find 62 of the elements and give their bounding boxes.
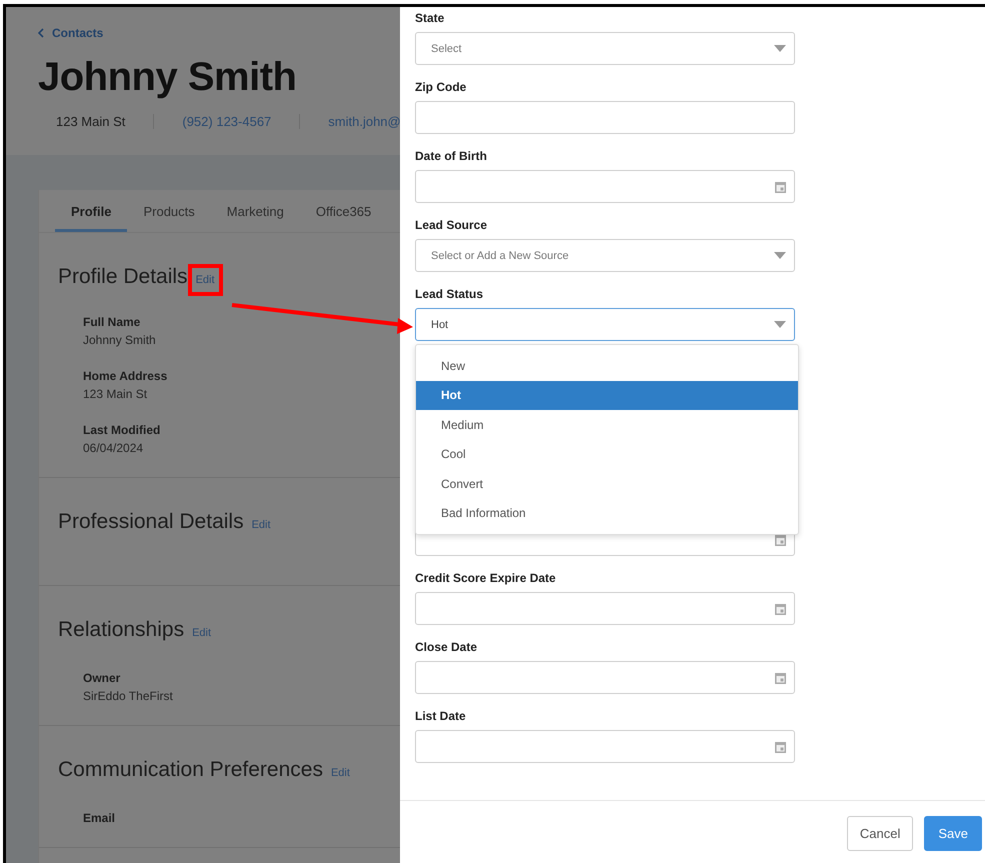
tab[interactable]: Profile (55, 190, 128, 232)
contact-detail[interactable]: (952) 123-4567 (153, 114, 300, 129)
field-value: SirEddo TheFirst (83, 689, 174, 703)
field-value: 123 Main St (83, 387, 148, 401)
calendar-icon (775, 740, 786, 752)
tab[interactable]: Marketing (210, 190, 300, 232)
dropdown-option[interactable]: Cool (416, 440, 798, 469)
tab[interactable]: Office365 (300, 190, 388, 232)
section-title: Communication Preferences (58, 758, 323, 782)
select-field[interactable]: Select (415, 32, 795, 65)
caret-icon (774, 45, 786, 52)
calendar-icon (775, 672, 786, 684)
field-label: Last Modified (83, 423, 162, 437)
select-field[interactable]: Select or Add a New Source (415, 239, 795, 272)
dropdown-option[interactable]: Convert (416, 469, 798, 498)
date-field[interactable] (415, 661, 795, 694)
field-label: List Date (415, 709, 467, 723)
date-field[interactable] (415, 730, 795, 763)
dropdown-option[interactable]: Bad Information (416, 498, 798, 528)
placeholder-text: Select or Add a New Source (431, 250, 569, 262)
field-label: State (415, 11, 446, 25)
cancel-button[interactable]: Cancel (846, 816, 914, 851)
field-label: Lead Source (415, 218, 488, 232)
calendar-icon (775, 602, 786, 614)
field-label: Home Address (83, 369, 168, 383)
date-field[interactable] (415, 592, 795, 625)
dropdown-option[interactable]: New (416, 351, 798, 380)
field-label: Lead Status (415, 287, 484, 301)
section-title: Professional Details (58, 510, 244, 534)
back-link[interactable]: Contacts (38, 26, 104, 40)
dropdown-option[interactable]: Hot (416, 380, 798, 410)
field-label: Close Date (415, 640, 478, 654)
field-label: Email (83, 811, 116, 825)
caret-icon (774, 252, 786, 259)
tab[interactable]: Products (127, 190, 211, 232)
field-label: Credit Score Expire Date (415, 571, 557, 585)
field-label: Zip Code (415, 80, 468, 94)
calendar-icon (775, 534, 786, 546)
field-label: Date of Birth (415, 149, 488, 163)
field-value: 06/04/2024 (83, 441, 144, 455)
caret-icon (774, 321, 786, 328)
field-label: Full Name (83, 315, 142, 329)
dropdown-option[interactable]: Medium (416, 410, 798, 440)
save-button[interactable]: Save (924, 816, 982, 851)
contact-detail: 123 Main St (55, 114, 126, 129)
section-title: Profile Details (58, 265, 188, 289)
edit-link[interactable]: Edit (196, 274, 215, 286)
calendar-icon (775, 180, 786, 192)
section-title: Relationships (58, 618, 184, 642)
edit-link[interactable]: Edit (330, 767, 350, 779)
input-field[interactable] (415, 101, 795, 134)
field-label: Owner (83, 671, 122, 685)
date-field[interactable] (415, 170, 795, 203)
back-link-label[interactable]: Contacts (52, 26, 104, 40)
select-field[interactable]: Hot (415, 308, 795, 341)
contact-name: Johnny Smith (38, 55, 298, 100)
chevron-left-icon (38, 28, 44, 38)
placeholder-text: Select (431, 42, 462, 54)
edit-link[interactable]: Edit (192, 627, 212, 639)
edit-link[interactable]: Edit (252, 519, 271, 531)
select-value: Hot (431, 318, 448, 330)
field-value: Johnny Smith (83, 333, 157, 347)
